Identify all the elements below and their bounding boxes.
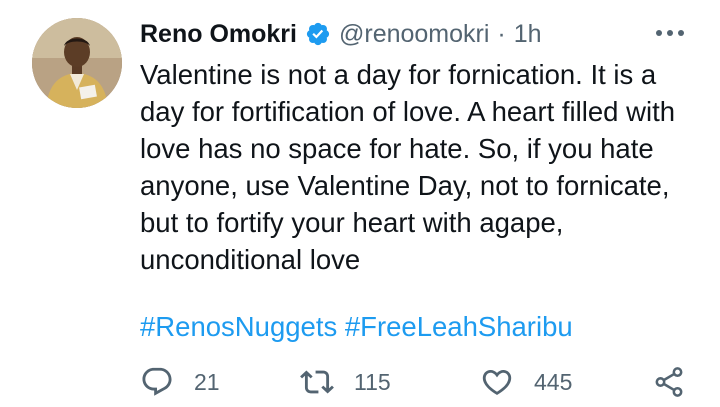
tweet-card[interactable]: Reno Omokri @renoomokri · 1h Valentine i… — [0, 0, 720, 407]
heart-icon — [482, 369, 512, 395]
hashtag-link[interactable]: #RenosNuggets — [140, 311, 337, 342]
retweet-icon — [300, 370, 334, 394]
reply-count: 21 — [194, 368, 220, 395]
avatar[interactable] — [32, 18, 122, 108]
tweet-header: Reno Omokri @renoomokri · 1h — [140, 14, 542, 54]
tweet-hashtags: #RenosNuggets #FreeLeahSharibu — [140, 308, 573, 345]
author-handle[interactable]: @renoomokri — [339, 20, 489, 49]
more-options-icon[interactable] — [650, 18, 690, 48]
retweet-button[interactable]: 115 — [300, 362, 391, 402]
tweet-timestamp[interactable]: 1h — [514, 20, 542, 49]
verified-badge-icon — [305, 21, 331, 47]
share-button[interactable] — [652, 362, 686, 402]
separator-dot: · — [497, 19, 506, 48]
author-name[interactable]: Reno Omokri — [140, 20, 297, 49]
tweet-actions: 21 115 445 — [140, 362, 700, 402]
like-button[interactable]: 445 — [480, 362, 572, 402]
share-icon — [655, 367, 683, 397]
hashtag-link[interactable]: #FreeLeahSharibu — [345, 311, 573, 342]
profile-photo — [32, 18, 122, 108]
reply-icon — [142, 367, 172, 396]
tweet-text: Valentine is not a day for fornication. … — [140, 59, 676, 275]
reply-button[interactable]: 21 — [140, 362, 220, 402]
retweet-count: 115 — [354, 368, 391, 395]
like-count: 445 — [534, 368, 573, 395]
